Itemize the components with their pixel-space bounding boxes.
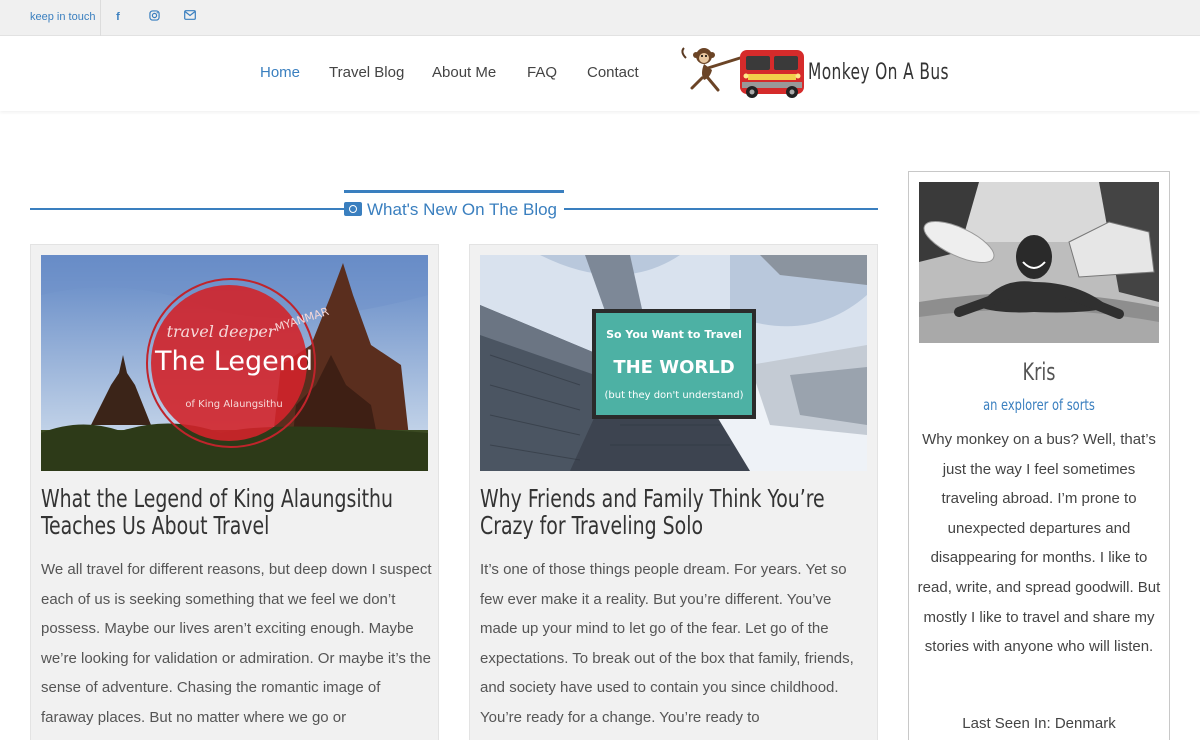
section-line-left — [30, 208, 344, 210]
author-name: Kris — [1022, 358, 1056, 386]
author-sidebar: Kris an explorer of sorts Why monkey on … — [908, 171, 1170, 740]
keep-in-touch-label: keep in touch — [30, 11, 96, 23]
top-bar-divider — [100, 0, 101, 36]
post-excerpt: It’s one of those things people dream. F… — [480, 561, 854, 726]
logo-text: Monkey On A Bus — [808, 60, 949, 85]
image-line-2: THE WORLD — [613, 357, 734, 378]
post-title[interactable]: Why Friends and Family Think You’re Craz… — [480, 485, 870, 539]
author-photo — [919, 182, 1159, 343]
post-title[interactable]: What the Legend of King Alaungsithu Teac… — [41, 485, 431, 539]
monkey-bus-logo-icon — [681, 47, 804, 98]
author-photo-image — [919, 182, 1159, 343]
nav-faq[interactable]: FAQ — [527, 64, 557, 81]
email-icon[interactable] — [183, 10, 197, 24]
post-image[interactable]: travel deeper MYANMAR The Legend of King… — [41, 255, 428, 471]
image-line-3: The Legend — [154, 346, 313, 377]
nav-contact[interactable]: Contact — [587, 64, 639, 81]
instagram-icon[interactable] — [147, 10, 161, 24]
temple-image: travel deeper MYANMAR The Legend of King… — [41, 255, 428, 471]
last-seen: Last Seen In: Denmark — [962, 715, 1116, 732]
facebook-icon[interactable]: f — [111, 10, 125, 24]
post-excerpt: We all travel for different reasons, but… — [41, 561, 432, 726]
instagram-icon-glyph — [148, 10, 160, 21]
email-icon-glyph — [184, 10, 196, 20]
section-title: What's New On The Blog — [367, 200, 558, 219]
image-line-4: of King Alaungsithu — [185, 399, 282, 410]
nav-about-me[interactable]: About Me — [432, 64, 496, 81]
nav-home[interactable]: Home — [260, 64, 300, 81]
author-tagline: an explorer of sorts — [983, 396, 1095, 414]
camera-icon — [344, 202, 362, 216]
post-card[interactable]: travel deeper MYANMAR The Legend of King… — [30, 244, 439, 740]
post-card[interactable]: So You Want to Travel THE WORLD (but the… — [469, 244, 878, 740]
nav-travel-blog[interactable]: Travel Blog — [329, 64, 404, 81]
image-line-1: travel deeper — [167, 322, 277, 341]
post-image[interactable]: So You Want to Travel THE WORLD (but the… — [480, 255, 867, 471]
image-line-3: (but they don't understand) — [605, 390, 744, 401]
section-heading: What's New On The Blog — [344, 190, 564, 222]
top-bar: keep in touch f — [0, 0, 1200, 36]
site-header: Home Travel Blog About Me FAQ Contact Mo… — [0, 36, 1200, 111]
image-line-1: So You Want to Travel — [606, 328, 742, 341]
skyscrapers-image: So You Want to Travel THE WORLD (but the… — [480, 255, 867, 471]
author-bio: Why monkey on a bus? Well, that’s just t… — [917, 431, 1161, 656]
section-line-right — [564, 208, 878, 210]
